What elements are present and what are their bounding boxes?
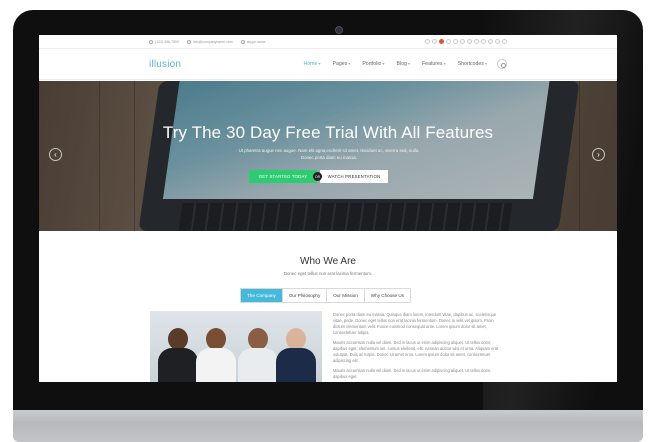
nav-item-blog[interactable]: Blog <box>397 61 411 67</box>
team-member <box>196 328 236 382</box>
linkedin-icon[interactable] <box>453 39 458 44</box>
nav-item-portfolio[interactable]: Portfolio <box>362 61 384 67</box>
tab-our-mission[interactable]: Our Mission <box>327 289 365 302</box>
skype-text[interactable]: skype.name <box>247 40 266 44</box>
vimeo-icon[interactable] <box>481 39 486 44</box>
about-paragraph: Donec porta diam eu massa. Quisque diam … <box>333 312 497 335</box>
team-member <box>238 328 278 382</box>
team-member-body <box>276 348 316 382</box>
tab-the-company[interactable]: The Company <box>241 289 283 302</box>
team-member-head <box>168 328 188 350</box>
flickr-icon[interactable] <box>467 39 472 44</box>
dribbble-icon[interactable] <box>460 39 465 44</box>
nav-item-features[interactable]: Features <box>422 61 446 67</box>
tab-our-philosophy[interactable]: Our Philosophy <box>282 289 328 302</box>
skype-icon <box>240 39 245 44</box>
slider-prev-arrow-icon[interactable]: ‹ <box>49 148 62 161</box>
team-member-head <box>248 328 268 350</box>
phone-icon <box>149 39 153 44</box>
tumblr-icon[interactable] <box>495 39 500 44</box>
about-paragraph: Mauris accumsan nulla vel diam. Sed in l… <box>333 368 492 379</box>
get-started-button[interactable]: GET STARTED TODAY <box>249 170 317 183</box>
website-screen: (123) 456-7890 info@companyname.com skyp… <box>39 35 617 382</box>
about-text: Donec porta diam eu massa. Quisque diam … <box>333 312 503 382</box>
about-tabs: The Company Our Philosophy Our Mission W… <box>240 288 411 303</box>
section-subtitle: Donec eget tellus non erat lacinia ferme… <box>283 271 373 276</box>
social-icons <box>425 39 507 44</box>
twitter-icon[interactable] <box>432 39 437 44</box>
slider-next-arrow-icon[interactable]: › <box>592 148 605 161</box>
rss-icon[interactable] <box>502 39 507 44</box>
watch-presentation-button[interactable]: WATCH PRESENTATION <box>320 170 388 183</box>
team-member-body <box>158 348 198 382</box>
email-text[interactable]: info@companyname.com <box>193 40 233 44</box>
webcam <box>335 26 343 34</box>
facebook-icon[interactable] <box>425 39 430 44</box>
envelope-icon <box>186 39 191 44</box>
hero-title: Try The 30 Day Free Trial With All Featu… <box>162 123 494 142</box>
team-member-head <box>286 328 306 350</box>
team-member <box>158 328 198 382</box>
monitor-chin <box>13 410 643 442</box>
team-member-body <box>196 348 236 382</box>
google-plus-icon[interactable] <box>439 39 444 44</box>
search-icon[interactable] <box>497 59 507 69</box>
main-navigation: illusion Home Pages Portfolio Blog Featu… <box>39 49 617 80</box>
email-contact[interactable]: info@companyname.com <box>186 39 233 44</box>
tab-why-choose-us[interactable]: Why Choose Us <box>364 289 410 302</box>
instagram-icon[interactable] <box>474 39 479 44</box>
nav-item-home[interactable]: Home <box>304 61 321 67</box>
about-paragraph: Mauris accumsan nulla vel diam. Sed in l… <box>333 340 499 363</box>
hero-slider: Try The 30 Day Free Trial With All Featu… <box>39 81 617 231</box>
team-member-body <box>238 348 278 382</box>
nav-item-pages[interactable]: Pages <box>333 61 351 67</box>
nav-item-shortcodes[interactable]: Shortcodes <box>458 61 487 67</box>
phone-text: (123) 456-7890 <box>155 39 179 44</box>
section-title: Who We Are <box>300 256 356 267</box>
skype-contact[interactable]: skype.name <box>240 39 266 44</box>
team-member-head <box>206 328 226 350</box>
team-member <box>276 328 316 382</box>
hero-text: Ut pharetra augue nec augue. Nam elit ag… <box>238 148 420 160</box>
site-logo[interactable]: illusion <box>149 59 181 70</box>
team-photo <box>150 311 322 382</box>
youtube-icon[interactable] <box>488 39 493 44</box>
phone-contact: (123) 456-7890 <box>149 39 179 44</box>
topbar: (123) 456-7890 info@companyname.com skyp… <box>39 35 617 49</box>
or-badge: OR <box>313 172 322 181</box>
nav-menu: Home Pages Portfolio Blog Features Short… <box>304 61 487 67</box>
pinterest-icon[interactable] <box>446 39 451 44</box>
